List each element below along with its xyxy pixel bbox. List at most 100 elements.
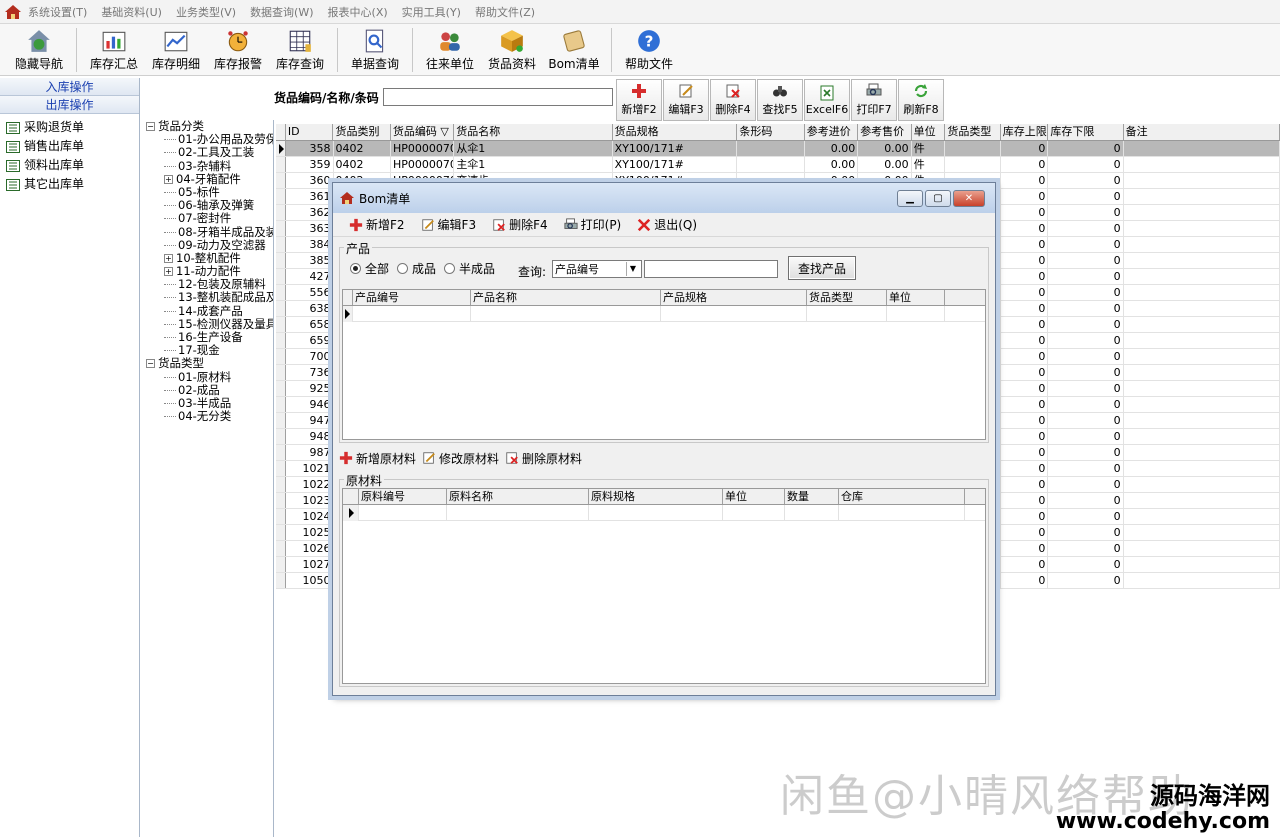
menu-item[interactable]: 报表中心(X) [328, 4, 388, 20]
column-header[interactable]: 参考进价 [805, 124, 859, 140]
expand-icon[interactable]: + [164, 174, 173, 184]
nav-item[interactable]: 其它出库单 [0, 174, 139, 193]
toolbar-button[interactable]: 货品资料 [484, 24, 540, 76]
dialog-toolbar-button[interactable]: 删除F4 [492, 216, 548, 233]
table-cell: 0 [1001, 397, 1049, 412]
column-header[interactable]: ID [286, 124, 334, 140]
toolbar-button[interactable]: Bom清单 [546, 24, 602, 76]
menu-item[interactable]: 业务类型(V) [176, 4, 236, 20]
query-input[interactable] [644, 260, 778, 278]
menu-item[interactable]: 帮助文件(Z) [475, 4, 535, 20]
material-toolbar-button[interactable]: 新增原材料 [339, 450, 416, 467]
search-input[interactable] [382, 88, 613, 106]
nav-header-outbound[interactable]: 出库操作 [0, 96, 139, 114]
column-header[interactable]: 货品名称 [454, 124, 613, 140]
table-row[interactable]: 3580402HP00000707从伞1XY100/171#0.000.00件0… [276, 141, 1280, 157]
toolbar-button[interactable]: 库存汇总 [86, 24, 142, 76]
collapse-icon[interactable]: − [146, 359, 155, 369]
dialog-toolbar-button[interactable]: 编辑F3 [421, 216, 476, 233]
material-grid-row[interactable] [343, 505, 985, 521]
table-cell: 0 [1001, 461, 1049, 476]
nav-header-inbound[interactable]: 入库操作 [0, 78, 139, 96]
toolbar-button[interactable]: 往来单位 [422, 24, 478, 76]
material-column-header[interactable]: 原料编号 [359, 489, 447, 504]
column-header[interactable]: 货品编码 ▽ [391, 124, 455, 140]
menu-item[interactable]: 实用工具(Y) [402, 4, 461, 20]
minimize-button[interactable]: ▁ [897, 190, 923, 207]
material-toolbar-button[interactable]: 修改原材料 [422, 450, 499, 467]
table-row[interactable]: 3590402HP00000708主伞1XY100/171#0.000.00件0… [276, 157, 1280, 173]
column-header[interactable]: 单位 [912, 124, 946, 140]
action-button[interactable]: 查找F5 [757, 79, 803, 121]
nav-item[interactable]: 领料出库单 [0, 155, 139, 174]
column-header[interactable]: 备注 [1124, 124, 1280, 140]
menu-item[interactable]: 系统设置(T) [28, 4, 87, 20]
action-button[interactable]: 刷新F8 [898, 79, 944, 121]
maximize-button[interactable]: ▢ [925, 190, 951, 207]
material-column-header[interactable]: 单位 [723, 489, 785, 504]
expand-icon[interactable]: + [164, 253, 173, 263]
action-button[interactable]: 编辑F3 [663, 79, 709, 121]
product-column-header[interactable]: 产品规格 [661, 290, 807, 305]
toolbar-button[interactable]: 库存明细 [148, 24, 204, 76]
toolbar-button[interactable]: 单据查询 [347, 24, 403, 76]
radio-icon[interactable] [350, 263, 361, 274]
product-column-header[interactable]: 产品编号 [353, 290, 471, 305]
toolbar-button[interactable]: 隐藏导航 [11, 24, 67, 76]
house-icon[interactable] [4, 4, 22, 20]
find-product-button[interactable]: 查找产品 [788, 256, 856, 280]
column-header[interactable]: 库存下限 [1048, 124, 1124, 140]
material-column-header[interactable]: 数量 [785, 489, 839, 504]
radio-icon[interactable] [444, 263, 456, 274]
material-grid-header: 原料编号 原料名称 原料规格 单位 数量 仓库 [343, 489, 985, 505]
product-grid-row[interactable] [343, 306, 985, 322]
product-column-header[interactable]: 产品名称 [471, 290, 661, 305]
dialog-toolbar-button[interactable]: 退出(Q) [637, 216, 697, 233]
product-grid[interactable]: 产品编号 产品名称 产品规格 货品类型 单位 [342, 289, 986, 440]
material-column-header[interactable]: 仓库 [839, 489, 965, 504]
collapse-icon[interactable]: − [146, 122, 155, 131]
radio-icon[interactable] [397, 263, 409, 274]
table-cell: 987 [286, 445, 334, 460]
column-header[interactable]: 货品规格 [613, 124, 738, 140]
table-cell: 0 [1048, 189, 1124, 204]
dialog-toolbar-button[interactable]: 新增F2 [349, 216, 405, 233]
table-cell [1124, 349, 1280, 364]
table-cell: 359 [286, 157, 334, 172]
expand-icon[interactable]: + [164, 267, 173, 277]
toolbar-button[interactable]: 库存查询 [272, 24, 328, 76]
row-indicator [276, 221, 286, 236]
nav-item[interactable]: 销售出库单 [0, 136, 139, 155]
material-column-header[interactable]: 原料规格 [589, 489, 723, 504]
action-button[interactable]: 打印F7 [851, 79, 897, 121]
chevron-down-icon[interactable]: ▼ [626, 262, 639, 276]
material-column-header[interactable]: 原料名称 [447, 489, 589, 504]
dialog-toolbar-button[interactable]: 打印(P) [564, 216, 621, 233]
action-button[interactable]: 新增F2 [616, 79, 662, 121]
column-header[interactable]: 条形码 [737, 124, 805, 140]
tree-node[interactable]: 04-无分类 [140, 410, 273, 423]
column-header[interactable]: 库存上限 [1001, 124, 1049, 140]
dialog-titlebar[interactable]: Bom清单 ▁ ▢ ✕ [333, 183, 995, 213]
menu-item[interactable]: 数据查询(W) [250, 4, 313, 20]
table-cell: 从伞1 [454, 141, 613, 156]
close-button[interactable]: ✕ [953, 190, 985, 207]
product-column-header[interactable]: 单位 [887, 290, 945, 305]
filter-radio[interactable]: 成品 [397, 260, 436, 277]
column-header[interactable]: 货品类型 [945, 124, 1001, 140]
column-header[interactable]: 货品类别 [333, 124, 391, 140]
filter-radio[interactable]: 半成品 [444, 260, 495, 277]
toolbar-button[interactable]: ? 帮助文件 [621, 24, 677, 76]
nav-item[interactable]: 采购退货单 [0, 117, 139, 136]
action-button[interactable]: 删除F4 [710, 79, 756, 121]
menu-item[interactable]: 基础资料(U) [101, 4, 162, 20]
action-button[interactable]: ExcelF6 [804, 79, 850, 121]
query-field-select[interactable]: 产品编号 ▼ [552, 260, 642, 278]
product-column-header[interactable]: 货品类型 [807, 290, 887, 305]
column-header[interactable]: 参考售价 [858, 124, 912, 140]
filter-radio[interactable]: 全部 [350, 260, 389, 277]
material-toolbar-button[interactable]: 删除原材料 [505, 450, 582, 467]
tree-node-label: 12-包装及原辅料 [178, 277, 266, 292]
toolbar-button[interactable]: 库存报警 [210, 24, 266, 76]
material-grid[interactable]: 原料编号 原料名称 原料规格 单位 数量 仓库 [342, 488, 986, 684]
